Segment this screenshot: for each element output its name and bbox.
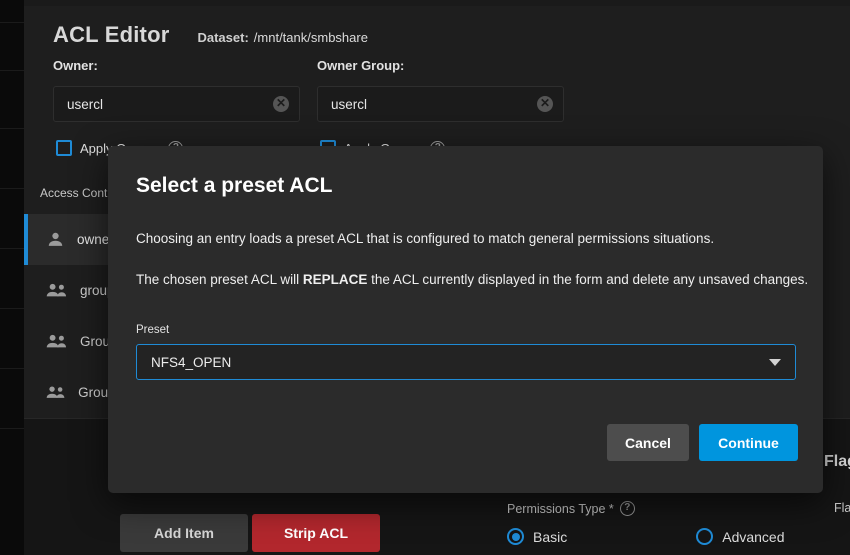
flags-type-label: Flags Type * (834, 501, 850, 515)
continue-button[interactable]: Continue (699, 424, 798, 461)
acl-editor-screen: ACL Editor Dataset: /mnt/tank/smbshare Ow… (0, 0, 850, 555)
radio-label-advanced: Advanced (722, 529, 784, 545)
nav-divider (0, 128, 24, 129)
dataset-value: /mnt/tank/smbshare (254, 30, 368, 45)
nav-divider (0, 22, 24, 23)
dialog-paragraph-2-post: the ACL currently displayed in the form … (367, 272, 808, 287)
radio-option-advanced[interactable]: Advanced (696, 528, 784, 545)
permissions-section: Flags Permissions Type * ? Flags Type * … (479, 498, 850, 555)
group-icon (46, 332, 68, 351)
flags-heading: Flags (824, 453, 850, 471)
dialog-paragraph-2-strong: REPLACE (303, 272, 368, 287)
preset-select-value: NFS4_OPEN (151, 355, 769, 370)
owner-label: Owner: (53, 58, 98, 73)
nav-divider (0, 368, 24, 369)
nav-divider (0, 70, 24, 71)
dialog-paragraph-2: The chosen preset ACL will REPLACE the A… (136, 272, 808, 287)
permissions-type-label: Permissions Type * ? (507, 501, 635, 516)
preset-acl-dialog: Select a preset ACL Choosing an entry lo… (108, 146, 823, 493)
preset-select[interactable]: NFS4_OPEN (136, 344, 796, 380)
radio-icon[interactable] (696, 528, 713, 545)
permissions-type-text: Permissions Type * (507, 502, 614, 516)
group-icon (46, 383, 66, 402)
nav-divider (0, 308, 24, 309)
owner-group-input-value: usercl (331, 97, 537, 112)
nav-divider (0, 248, 24, 249)
radio-icon[interactable] (507, 528, 524, 545)
owner-input[interactable]: usercl ✕ (53, 86, 300, 122)
person-icon (46, 230, 65, 249)
dataset-label: Dataset: (197, 30, 248, 45)
radio-label-basic: Basic (533, 529, 567, 545)
add-item-button[interactable]: Add Item (120, 514, 248, 552)
collapsed-nav-rail[interactable] (0, 0, 24, 555)
owner-input-value: usercl (67, 97, 273, 112)
clear-icon[interactable]: ✕ (273, 96, 289, 112)
preset-field-label: Preset (136, 324, 169, 336)
dialog-paragraph-1: Choosing an entry loads a preset ACL tha… (136, 231, 714, 246)
owner-group-label: Owner Group: (317, 58, 404, 73)
dialog-paragraph-2-pre: The chosen preset ACL will (136, 272, 303, 287)
nav-divider (0, 428, 24, 429)
checkbox-icon[interactable] (56, 140, 72, 156)
strip-acl-button[interactable]: Strip ACL (252, 514, 380, 552)
nav-divider (0, 188, 24, 189)
cancel-button[interactable]: Cancel (607, 424, 689, 461)
dialog-title: Select a preset ACL (136, 174, 332, 198)
page-header: ACL Editor Dataset: /mnt/tank/smbshare (53, 22, 368, 48)
page-title: ACL Editor (53, 22, 169, 48)
clear-icon[interactable]: ✕ (537, 96, 553, 112)
radio-option-basic[interactable]: Basic (507, 528, 567, 545)
chevron-down-icon[interactable] (769, 359, 781, 366)
owner-group-input[interactable]: usercl ✕ (317, 86, 564, 122)
help-icon[interactable]: ? (620, 501, 635, 516)
permissions-type-radio-group: Basic Advanced Basic (507, 528, 850, 545)
group-icon (46, 281, 68, 300)
dataset-info: Dataset: /mnt/tank/smbshare (197, 30, 367, 45)
